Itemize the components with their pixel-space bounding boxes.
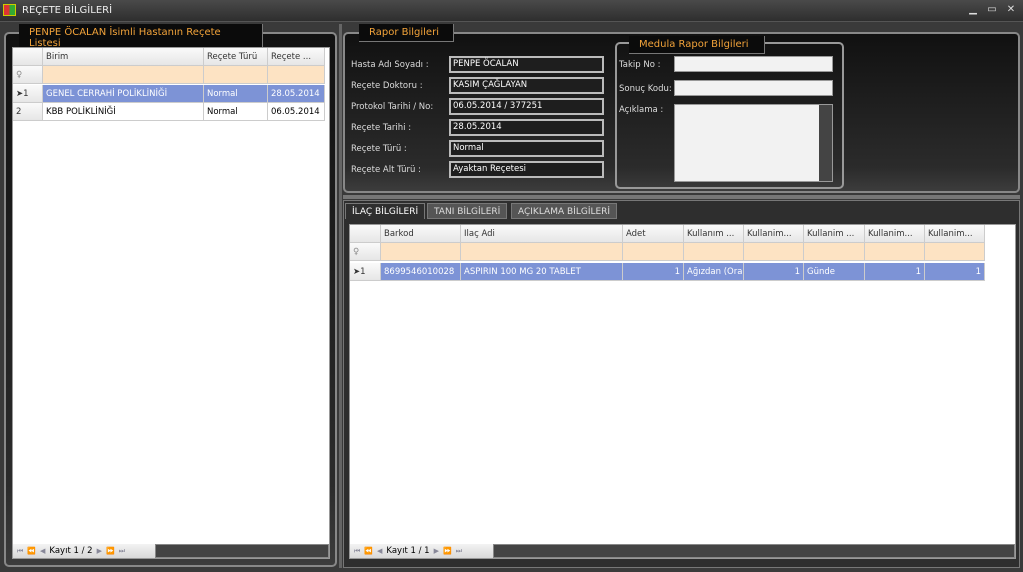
column-header[interactable]: Ilaç Adi xyxy=(461,225,623,243)
table-row-cell[interactable]: 1 xyxy=(865,263,925,281)
horizontal-scrollbar[interactable] xyxy=(493,544,1015,558)
field-label: Reçete Tarihi : xyxy=(351,123,412,133)
tab-aciklama[interactable]: AÇIKLAMA BİLGİLERİ xyxy=(511,203,618,219)
filter-cell[interactable] xyxy=(744,243,804,261)
table-row-cell[interactable]: 28.05.2014 xyxy=(268,85,325,103)
window-title: REÇETE BİLGİLERİ xyxy=(22,5,113,16)
title-bar: REÇETE BİLGİLERİ ▁ ▭ ✕ xyxy=(0,0,1023,22)
rapor-title: Rapor Bilgileri xyxy=(359,24,454,42)
filter-cell[interactable] xyxy=(684,243,744,261)
horizontal-splitter[interactable] xyxy=(343,195,1020,199)
row-indicator[interactable]: 2 xyxy=(13,103,43,121)
filter-birim[interactable] xyxy=(43,66,204,84)
table-row-cell[interactable]: KBB POLİKLİNİĞİ xyxy=(43,103,204,121)
horizontal-scrollbar[interactable] xyxy=(155,544,329,558)
table-row-cell[interactable]: Ağızdan (Oral) xyxy=(684,263,744,281)
table-row-cell[interactable]: GENEL CERRAHİ POLİKLİNİĞİ xyxy=(43,85,204,103)
table-row-cell[interactable]: Normal xyxy=(204,103,268,121)
next-icon[interactable]: ▶ xyxy=(434,547,439,555)
field-label: Reçete Türü : xyxy=(351,144,407,154)
field-value: PENPE ÖCALAN xyxy=(449,56,604,73)
column-header[interactable]: Barkod xyxy=(381,225,461,243)
filter-icon[interactable]: ♀ xyxy=(13,66,43,84)
next-page-icon[interactable]: ⏩ xyxy=(443,547,452,555)
table-row-cell[interactable]: 06.05.2014 xyxy=(268,103,325,121)
field-value: Ayaktan Reçetesi xyxy=(449,161,604,178)
filter-cell[interactable] xyxy=(381,243,461,261)
next-page-icon[interactable]: ⏩ xyxy=(106,547,115,555)
aciklama-scrollbar[interactable] xyxy=(819,105,832,181)
field-value: Normal xyxy=(449,140,604,157)
medula-title: Medula Rapor Bilgileri xyxy=(629,36,765,54)
close-button[interactable]: ✕ xyxy=(1004,4,1018,16)
table-row-cell[interactable]: Normal xyxy=(204,85,268,103)
column-header[interactable]: Kullanım ... xyxy=(684,225,744,243)
prev-icon[interactable]: ◀ xyxy=(377,547,382,555)
app-icon xyxy=(3,4,16,16)
first-icon[interactable]: ⏮ xyxy=(17,547,23,556)
filter-cell[interactable] xyxy=(804,243,865,261)
field-label: Protokol Tarihi / No: xyxy=(351,102,434,112)
last-icon[interactable]: ⏭ xyxy=(456,547,462,556)
col-birim[interactable]: Birim xyxy=(43,48,204,66)
tab-tani[interactable]: TANI BİLGİLERİ xyxy=(427,203,508,219)
table-row-cell[interactable]: 1 xyxy=(744,263,804,281)
aciklama-textarea[interactable] xyxy=(674,104,833,182)
column-header[interactable]: Kullanim... xyxy=(744,225,804,243)
table-row-cell[interactable]: 1 xyxy=(623,263,684,281)
ilac-grid[interactable]: Barkod Ilaç Adi Adet Kullanım ... Kullanim..… xyxy=(349,224,1016,559)
vertical-splitter[interactable] xyxy=(339,24,342,568)
sonuc-input[interactable] xyxy=(674,80,833,96)
aciklama-label: Açıklama : xyxy=(619,105,664,115)
sonuc-label: Sonuç Kodu: xyxy=(619,84,672,94)
record-count: Kayıt 1 / 1 xyxy=(386,546,430,556)
filter-cell[interactable] xyxy=(461,243,623,261)
field-label: Reçete Doktoru : xyxy=(351,81,423,91)
record-navigator[interactable]: ⏮ ⏪ ◀ Kayıt 1 / 2 ▶ ⏩ ⏭ xyxy=(13,544,155,558)
col-recete-turu[interactable]: Reçete Türü xyxy=(204,48,268,66)
table-row-cell[interactable]: 8699546010028 xyxy=(381,263,461,281)
record-navigator[interactable]: ⏮ ⏪ ◀ Kayıt 1 / 1 ▶ ⏩ ⏭ xyxy=(350,544,493,558)
field-value: KASIM ÇAĞLAYAN xyxy=(449,77,604,94)
column-header[interactable]: Kullanim... xyxy=(925,225,985,243)
recete-grid[interactable]: Birim Reçete Türü Reçete ... ♀ ➤1 GENEL … xyxy=(12,47,330,559)
minimize-button[interactable]: ▁ xyxy=(966,4,980,16)
filter-cell[interactable] xyxy=(623,243,684,261)
filter-recete-turu[interactable] xyxy=(204,66,268,84)
field-value: 28.05.2014 xyxy=(449,119,604,136)
last-icon[interactable]: ⏭ xyxy=(119,547,125,556)
prev-page-icon[interactable]: ⏪ xyxy=(364,547,373,555)
field-value: 06.05.2014 / 377251 xyxy=(449,98,604,115)
filter-cell[interactable] xyxy=(925,243,985,261)
prev-page-icon[interactable]: ⏪ xyxy=(27,547,36,555)
row-indicator[interactable]: ➤1 xyxy=(13,85,43,103)
column-header[interactable]: Kullanim... xyxy=(865,225,925,243)
first-icon[interactable]: ⏮ xyxy=(354,547,360,556)
field-label: Reçete Alt Türü : xyxy=(351,165,421,175)
filter-icon[interactable]: ♀ xyxy=(350,243,381,261)
table-row-cell[interactable]: 1 xyxy=(925,263,985,281)
next-icon[interactable]: ▶ xyxy=(97,547,102,555)
takip-input[interactable] xyxy=(674,56,833,72)
table-row-cell[interactable]: Günde xyxy=(804,263,865,281)
maximize-button[interactable]: ▭ xyxy=(985,4,999,16)
filter-recete-tarihi[interactable] xyxy=(268,66,325,84)
column-header[interactable]: Kullanim ... xyxy=(804,225,865,243)
column-header[interactable]: Adet xyxy=(623,225,684,243)
prev-icon[interactable]: ◀ xyxy=(40,547,45,555)
table-row-cell[interactable]: ASPIRIN 100 MG 20 TABLET xyxy=(461,263,623,281)
col-recete-tarihi[interactable]: Reçete ... xyxy=(268,48,325,66)
row-indicator[interactable]: ➤1 xyxy=(350,263,381,281)
filter-cell[interactable] xyxy=(865,243,925,261)
tab-ilac[interactable]: İLAÇ BİLGİLERİ xyxy=(345,203,426,219)
record-count: Kayıt 1 / 2 xyxy=(49,546,93,556)
field-label: Hasta Adı Soyadı : xyxy=(351,60,429,70)
takip-label: Takip No : xyxy=(619,60,661,70)
